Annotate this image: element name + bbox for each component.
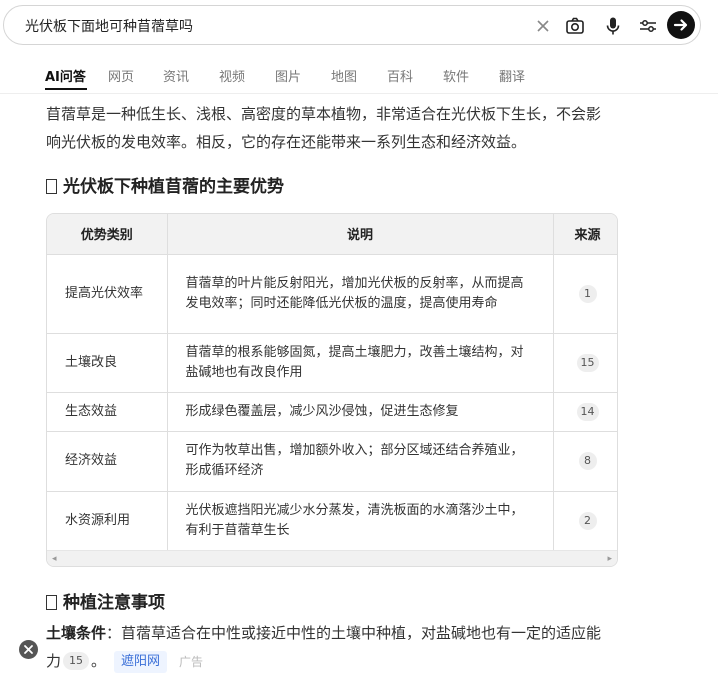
- camera-icon[interactable]: [564, 15, 586, 37]
- tab-map[interactable]: 地图: [331, 66, 357, 85]
- soil-condition-paragraph: 土壤条件：苜蓿草适合在中性或接近中性的土壤中种植，对盐碱地也有一定的适应能力 15…: [46, 619, 612, 676]
- category-cell: 土壤改良: [47, 333, 168, 393]
- category-cell: 生态效益: [47, 392, 168, 432]
- category-cell: 提高光伏效率: [47, 254, 168, 334]
- advantages-table: 优势类别 说明 来源 提高光伏效率 苜蓿草的叶片能反射阳光，增加光伏板的反射率，…: [46, 213, 618, 567]
- scroll-right-arrow-icon[interactable]: ▸: [602, 554, 612, 564]
- table-row: 经济效益 可作为牧草出售，增加额外收入；部分区域还结合养殖业，形成循环经济 8: [47, 431, 617, 492]
- category-cell: 经济效益: [47, 431, 168, 492]
- soil-label: 土壤条件: [46, 624, 107, 642]
- description-cell: 苜蓿草的根系能够固氮，提高土壤肥力，改善土壤结构，对盐碱地也有改良作用: [167, 333, 554, 393]
- tab-translate[interactable]: 翻译: [499, 66, 525, 85]
- section-heading-notes: 种植注意事项: [46, 588, 165, 613]
- source-badge[interactable]: 1: [578, 284, 597, 303]
- search-input[interactable]: 光伏板下面地可种苜蓿草吗: [25, 16, 193, 36]
- source-badge[interactable]: 2: [578, 511, 597, 530]
- column-header: 优势类别: [47, 214, 168, 255]
- tab-software[interactable]: 软件: [443, 66, 469, 85]
- close-icon[interactable]: [532, 15, 554, 37]
- table-row: 土壤改良 苜蓿草的根系能够固氮，提高土壤肥力，改善土壤结构，对盐碱地也有改良作用…: [47, 333, 617, 393]
- tab-ai-qa[interactable]: AI问答: [45, 66, 86, 85]
- source-badge[interactable]: 14: [576, 402, 599, 421]
- column-header: 来源: [553, 214, 617, 255]
- section-heading-advantages: 光伏板下种植苜蓿的主要优势: [46, 172, 284, 197]
- tab-baike[interactable]: 百科: [387, 66, 413, 85]
- microphone-icon[interactable]: [602, 15, 624, 37]
- divider: [0, 93, 718, 94]
- ad-label: 广告: [179, 655, 204, 669]
- tab-video[interactable]: 视频: [219, 66, 245, 85]
- source-badge[interactable]: 15: [63, 652, 90, 670]
- search-submit-button[interactable]: [667, 11, 695, 39]
- tab-images[interactable]: 图片: [275, 66, 301, 85]
- close-button[interactable]: [19, 640, 38, 659]
- section-title: 光伏板下种植苜蓿的主要优势: [63, 177, 284, 197]
- scroll-left-arrow-icon[interactable]: ◂: [52, 554, 62, 564]
- punctuation: 。: [91, 652, 107, 670]
- filter-sliders-icon[interactable]: [637, 15, 659, 37]
- tab-web[interactable]: 网页: [108, 66, 134, 85]
- section-title: 种植注意事项: [63, 593, 165, 613]
- source-badge[interactable]: 15: [576, 353, 599, 372]
- description-cell: 可作为牧草出售，增加额外收入；部分区域还结合养殖业，形成循环经济: [167, 431, 554, 492]
- table-row: 生态效益 形成绿色覆盖层，减少风沙侵蚀，促进生态修复 14: [47, 392, 617, 432]
- table-row: 水资源利用 光伏板遮挡阳光减少水分蒸发，清洗板面的水滴落沙土中，有利于苜蓿草生长…: [47, 491, 617, 551]
- table-row: 提高光伏效率 苜蓿草的叶片能反射阳光，增加光伏板的反射率，从而提高发电效率；同时…: [47, 254, 617, 334]
- description-cell: 光伏板遮挡阳光减少水分蒸发，清洗板面的水滴落沙土中，有利于苜蓿草生长: [167, 491, 554, 551]
- description-cell: 苜蓿草的叶片能反射阳光，增加光伏板的反射率，从而提高发电效率；同时还能降低光伏板…: [167, 254, 554, 334]
- description-cell: 形成绿色覆盖层，减少风沙侵蚀，促进生态修复: [167, 392, 554, 432]
- missing-glyph-icon: [46, 595, 57, 610]
- arrow-right-icon: [673, 19, 688, 31]
- search-bar[interactable]: 光伏板下面地可种苜蓿草吗: [3, 5, 701, 45]
- active-tab-indicator: [45, 88, 87, 90]
- tab-news[interactable]: 资讯: [163, 66, 189, 85]
- column-header: 说明: [167, 214, 554, 255]
- source-badge[interactable]: 8: [578, 452, 597, 470]
- close-icon: [24, 645, 33, 654]
- answer-intro: 苜蓿草是一种低生长、浅根、高密度的草本植物，非常适合在光伏板下生长，不会影响光伏…: [46, 105, 602, 151]
- page: 光伏板下面地可种苜蓿草吗 AI问答 网页 资讯 视频 图片 地图 百科 软件 翻…: [0, 0, 718, 677]
- horizontal-scrollbar[interactable]: ◂ ▸: [47, 550, 617, 566]
- ad-link-shade-net[interactable]: 遮阳网: [114, 651, 168, 673]
- category-cell: 水资源利用: [47, 491, 168, 551]
- missing-glyph-icon: [46, 179, 57, 194]
